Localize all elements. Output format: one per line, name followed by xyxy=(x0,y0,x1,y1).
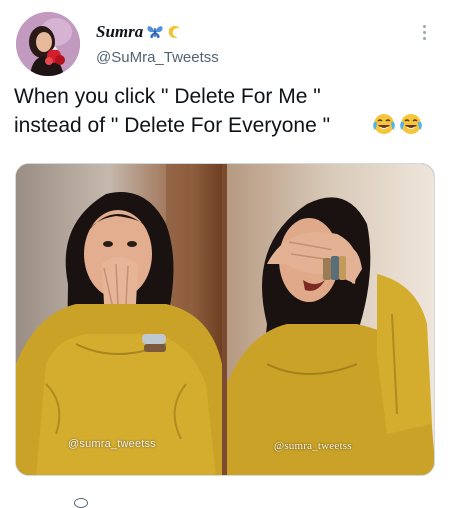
tweet-emojis xyxy=(372,112,423,136)
menu-dot xyxy=(422,36,426,40)
watermark: @sumra_tweetss xyxy=(68,438,156,450)
user-handle[interactable]: @SuMra_Tweetss xyxy=(96,48,219,68)
reply-icon[interactable] xyxy=(74,498,88,508)
display-name[interactable]: Sumra xyxy=(96,22,143,42)
menu-dot xyxy=(422,24,426,28)
media-photo-right: @sumra_tweetss xyxy=(227,164,434,475)
name-badges xyxy=(146,22,182,42)
butterfly-icon xyxy=(147,26,163,39)
watermark: @sumra_tweetss xyxy=(274,440,352,452)
face-with-tears-of-joy-icon xyxy=(400,114,422,134)
media-photo-left: @sumra_tweetss xyxy=(16,164,222,475)
avatar[interactable] xyxy=(16,12,80,76)
menu-dot xyxy=(422,30,426,34)
tweet-media[interactable]: @sumra_tweetss @sumra_tweetss xyxy=(15,163,435,476)
crescent-star-icon xyxy=(168,25,180,38)
tweet-card: Sumra @SuMra_Tweetss When you click " De… xyxy=(0,0,450,508)
more-options-icon[interactable] xyxy=(414,20,434,44)
face-with-tears-of-joy-icon xyxy=(373,114,395,134)
